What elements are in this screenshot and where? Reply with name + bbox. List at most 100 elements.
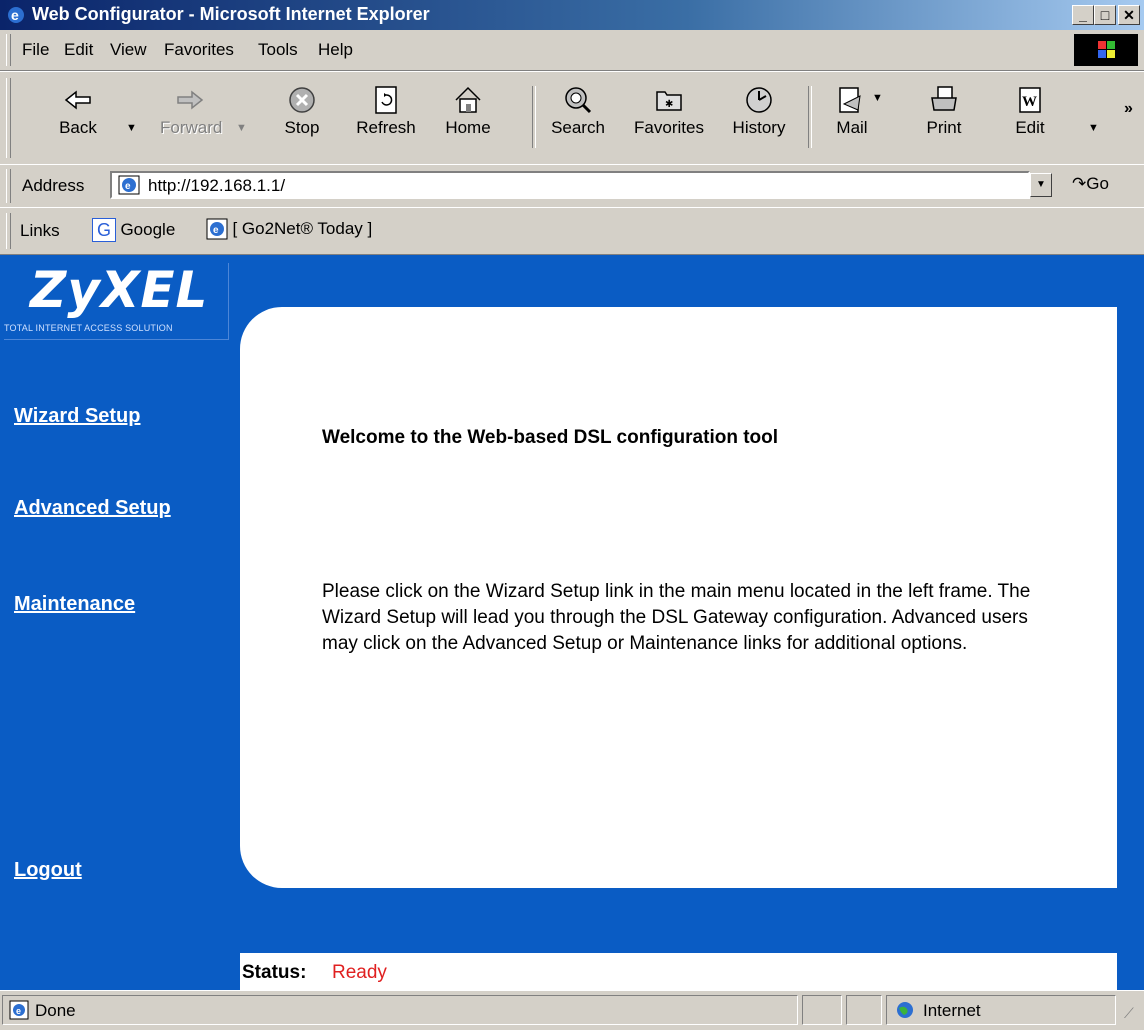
stop-button[interactable]: Stop [272, 80, 332, 160]
status-security-panel [846, 995, 882, 1025]
left-nav-frame: ZyXEL Total Internet Access Solution Wiz… [0, 255, 229, 990]
minimize-button[interactable]: _ [1072, 5, 1094, 25]
printer-icon [931, 86, 957, 111]
page-icon: e [118, 175, 140, 195]
edit-label: Edit [1015, 118, 1045, 137]
status-value: Ready [332, 962, 387, 983]
address-bar: Address e http://192.168.1.1/ ▼ ↷Go [0, 164, 1144, 208]
links-bar: Links G Google e [ Go2Net® Today ] [0, 207, 1144, 255]
refresh-label: Refresh [356, 118, 416, 137]
edit-dropdown-icon[interactable]: ▼ [1088, 122, 1099, 134]
history-button[interactable]: History [724, 80, 794, 160]
link-go2net-label: [ Go2Net® Today ] [232, 219, 373, 238]
forward-button[interactable]: Forward [160, 80, 223, 160]
favorites-folder-icon: ✱ [656, 91, 682, 111]
svg-text:W: W [1022, 94, 1037, 110]
page-content: ZyXEL Total Internet Access Solution Wiz… [0, 255, 1144, 990]
home-icon [455, 86, 481, 113]
favorites-label: Favorites [634, 118, 704, 137]
search-label: Search [551, 118, 605, 137]
menu-file[interactable]: File [22, 40, 49, 60]
page-done-icon: e [9, 1000, 29, 1020]
link-google-label: Google [120, 220, 176, 239]
welcome-heading: Welcome to the Web-based DSL configurati… [322, 427, 779, 448]
ie-icon: e [8, 7, 24, 23]
toolbar-separator [532, 86, 536, 148]
word-edit-icon: W [1019, 87, 1041, 113]
favorites-button[interactable]: ✱ Favorites [628, 80, 710, 160]
status-panel: Status: Ready [240, 953, 1117, 990]
standard-toolbar: Back ▼ Forward ▼ Stop Refresh Home Searc… [0, 71, 1144, 165]
svg-text:e: e [213, 225, 219, 236]
link-go2net[interactable]: e [ Go2Net® Today ] [206, 218, 372, 240]
instructions-text: Please click on the Wizard Setup link in… [322, 581, 1031, 654]
brand-tagline: Total Internet Access Solution [4, 323, 173, 333]
internet-globe-icon [897, 1002, 913, 1018]
status-label: Status: [242, 962, 307, 983]
forward-arrow-icon [177, 90, 204, 110]
status-zone-panel: Internet [886, 995, 1116, 1025]
links-grip [6, 213, 11, 249]
links-label: Links [20, 221, 60, 240]
nav-wizard-setup[interactable]: Wizard Setup [14, 405, 141, 428]
address-dropdown-button[interactable]: ▼ [1030, 173, 1052, 197]
home-button[interactable]: Home [438, 80, 498, 160]
page-icon: e [206, 218, 228, 240]
mail-icon [839, 87, 861, 113]
back-label: Back [59, 118, 97, 137]
forward-dropdown-icon[interactable]: ▼ [236, 122, 247, 134]
refresh-button[interactable]: Refresh [356, 80, 416, 160]
back-button[interactable]: Back [48, 80, 108, 160]
back-dropdown-icon[interactable]: ▼ [126, 122, 137, 134]
toolbar-separator [808, 86, 812, 148]
status-progress-panel [802, 995, 842, 1025]
search-button[interactable]: Search [548, 80, 608, 160]
stop-icon [289, 87, 315, 113]
maximize-button[interactable]: □ [1094, 5, 1116, 25]
mail-dropdown-icon[interactable]: ▼ [872, 92, 883, 104]
edit-button[interactable]: W Edit [1000, 80, 1060, 160]
close-button[interactable]: ✕ [1118, 5, 1140, 25]
history-clock-icon [746, 87, 772, 113]
address-label: Address [22, 176, 85, 195]
address-input[interactable]: e http://192.168.1.1/ [110, 171, 1030, 199]
go-label: Go [1086, 174, 1109, 193]
status-text-panel: e Done [2, 995, 798, 1025]
forward-label: Forward [160, 118, 223, 137]
search-globe-icon [565, 87, 592, 114]
go-arrow-icon: ↷ [1072, 174, 1087, 193]
nav-maintenance[interactable]: Maintenance [14, 593, 135, 616]
refresh-icon [375, 86, 397, 114]
resize-grip-icon[interactable]: ⟋ [1124, 1005, 1134, 1022]
status-zone-text: Internet [923, 1001, 981, 1020]
print-button[interactable]: Print [914, 80, 974, 160]
menu-favorites[interactable]: Favorites [164, 40, 234, 60]
svg-text:✱: ✱ [665, 99, 673, 110]
menu-tools[interactable]: Tools [258, 40, 298, 60]
address-grip [6, 169, 11, 203]
address-url: http://192.168.1.1/ [148, 176, 286, 195]
menu-edit[interactable]: Edit [64, 40, 93, 60]
link-google[interactable]: G Google [92, 218, 175, 242]
stop-label: Stop [284, 118, 320, 137]
window-title: Web Configurator - Microsoft Internet Ex… [32, 4, 430, 24]
mail-label: Mail [836, 118, 868, 137]
menu-grip [6, 34, 11, 66]
home-label: Home [445, 118, 491, 137]
nav-logout[interactable]: Logout [14, 859, 82, 882]
menu-bar: File Edit View Favorites Tools Help [0, 30, 1144, 71]
nav-advanced-setup[interactable]: Advanced Setup [14, 497, 171, 520]
back-arrow-icon [64, 90, 91, 110]
windows-logo-icon [1074, 34, 1138, 66]
toolbar-overflow-icon[interactable]: » [1124, 100, 1133, 118]
svg-text:e: e [125, 181, 131, 192]
svg-text:e: e [11, 7, 19, 23]
brand-name: ZyXEL [30, 261, 209, 319]
google-icon: G [92, 218, 116, 242]
go-button[interactable]: ↷Go [1072, 174, 1109, 194]
status-bar: e Done Internet ⟋ [0, 990, 1144, 1030]
menu-help[interactable]: Help [318, 40, 353, 60]
toolbar-grip [6, 78, 11, 158]
title-bar: e Web Configurator - Microsoft Internet … [0, 0, 1144, 30]
menu-view[interactable]: View [110, 40, 147, 60]
